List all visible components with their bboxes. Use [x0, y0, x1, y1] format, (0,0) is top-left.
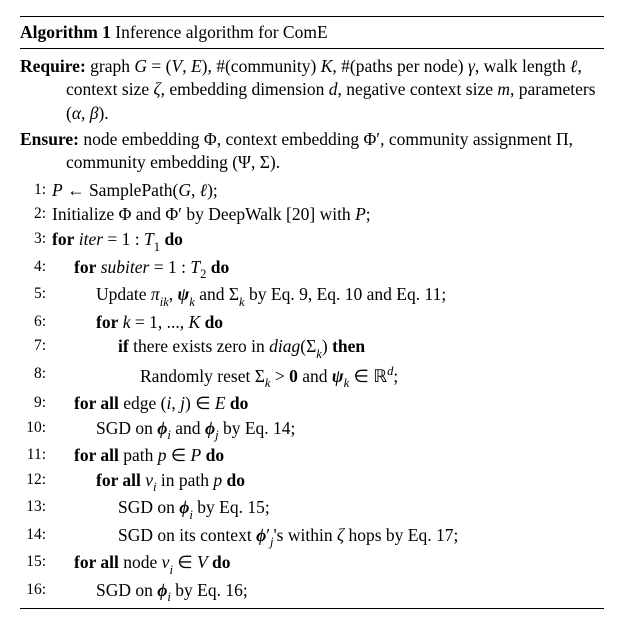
- step-text: SGD on ϕi by Eq. 15;: [46, 496, 270, 523]
- step-num: 9:: [20, 392, 46, 414]
- step-text: SGD on its context ϕ′j's within ζ hops b…: [46, 524, 458, 551]
- step-text: Randomly reset Σk > 0 and ψk ∈ ℝd;: [46, 363, 398, 391]
- step-text: for k = 1, ..., K do: [46, 311, 223, 335]
- step-text: P ← SamplePath(G, ℓ);: [46, 179, 218, 203]
- step-num: 10:: [20, 417, 46, 439]
- require-text: graph G = (V, E), #(community) K, #(path…: [66, 56, 596, 123]
- step-text: Initialize Φ and Φ′ by DeepWalk [20] wit…: [46, 203, 371, 227]
- ensure-line: Ensure: node embedding Φ, context embedd…: [20, 128, 604, 175]
- algorithm-title: Inference algorithm for ComE: [115, 22, 327, 42]
- step-10: 10: SGD on ϕi and ϕj by Eq. 14;: [20, 417, 604, 444]
- step-num: 6:: [20, 311, 46, 333]
- step-text: if there exists zero in diag(Σk) then: [46, 335, 365, 362]
- step-11: 11: for all path p ∈ P do: [20, 444, 604, 468]
- step-13: 13: SGD on ϕi by Eq. 15;: [20, 496, 604, 523]
- step-1: 1: P ← SamplePath(G, ℓ);: [20, 179, 604, 203]
- step-num: 3:: [20, 228, 46, 250]
- step-14: 14: SGD on its context ϕ′j's within ζ ho…: [20, 524, 604, 551]
- step-text: for subiter = 1 : T2 do: [46, 256, 229, 283]
- step-16: 16: SGD on ϕi by Eq. 16;: [20, 579, 604, 606]
- step-text: for all vi in path p do: [46, 469, 245, 496]
- step-12: 12: for all vi in path p do: [20, 469, 604, 496]
- step-8: 8: Randomly reset Σk > 0 and ψk ∈ ℝd;: [20, 363, 604, 391]
- rule-bottom: [20, 608, 604, 609]
- algorithm-body: Require: graph G = (V, E), #(community) …: [20, 49, 604, 609]
- step-num: 7:: [20, 335, 46, 357]
- step-num: 15:: [20, 551, 46, 573]
- step-text: for all edge (i, j) ∈ E do: [46, 392, 248, 416]
- step-num: 11:: [20, 444, 46, 466]
- step-num: 8:: [20, 363, 46, 385]
- ensure-label: Ensure:: [20, 129, 79, 149]
- ensure-text: node embedding Φ, context embedding Φ′, …: [66, 129, 573, 173]
- step-num: 5:: [20, 283, 46, 305]
- step-text: SGD on ϕi and ϕj by Eq. 14;: [46, 417, 295, 444]
- algorithm-title-row: Algorithm 1 Inference algorithm for ComE: [20, 17, 604, 48]
- algorithm-block: Algorithm 1 Inference algorithm for ComE…: [20, 16, 604, 609]
- step-text: SGD on ϕi by Eq. 16;: [46, 579, 248, 606]
- step-9: 9: for all edge (i, j) ∈ E do: [20, 392, 604, 416]
- step-6: 6: for k = 1, ..., K do: [20, 311, 604, 335]
- step-num: 14:: [20, 524, 46, 546]
- require-label: Require:: [20, 56, 86, 76]
- step-num: 1:: [20, 179, 46, 201]
- step-3: 3: for iter = 1 : T1 do: [20, 228, 604, 255]
- algorithm-number: Algorithm 1: [20, 22, 111, 42]
- step-text: for all path p ∈ P do: [46, 444, 224, 468]
- step-2: 2: Initialize Φ and Φ′ by DeepWalk [20] …: [20, 203, 604, 227]
- step-num: 13:: [20, 496, 46, 518]
- step-num: 4:: [20, 256, 46, 278]
- step-num: 12:: [20, 469, 46, 491]
- step-num: 2:: [20, 203, 46, 225]
- step-num: 16:: [20, 579, 46, 601]
- step-text: for iter = 1 : T1 do: [46, 228, 183, 255]
- step-text: for all node vi ∈ V do: [46, 551, 231, 578]
- step-text: Update πik, ψk and Σk by Eq. 9, Eq. 10 a…: [46, 283, 446, 310]
- step-15: 15: for all node vi ∈ V do: [20, 551, 604, 578]
- step-4: 4: for subiter = 1 : T2 do: [20, 256, 604, 283]
- step-5: 5: Update πik, ψk and Σk by Eq. 9, Eq. 1…: [20, 283, 604, 310]
- step-7: 7: if there exists zero in diag(Σk) then: [20, 335, 604, 362]
- require-line: Require: graph G = (V, E), #(community) …: [20, 55, 604, 126]
